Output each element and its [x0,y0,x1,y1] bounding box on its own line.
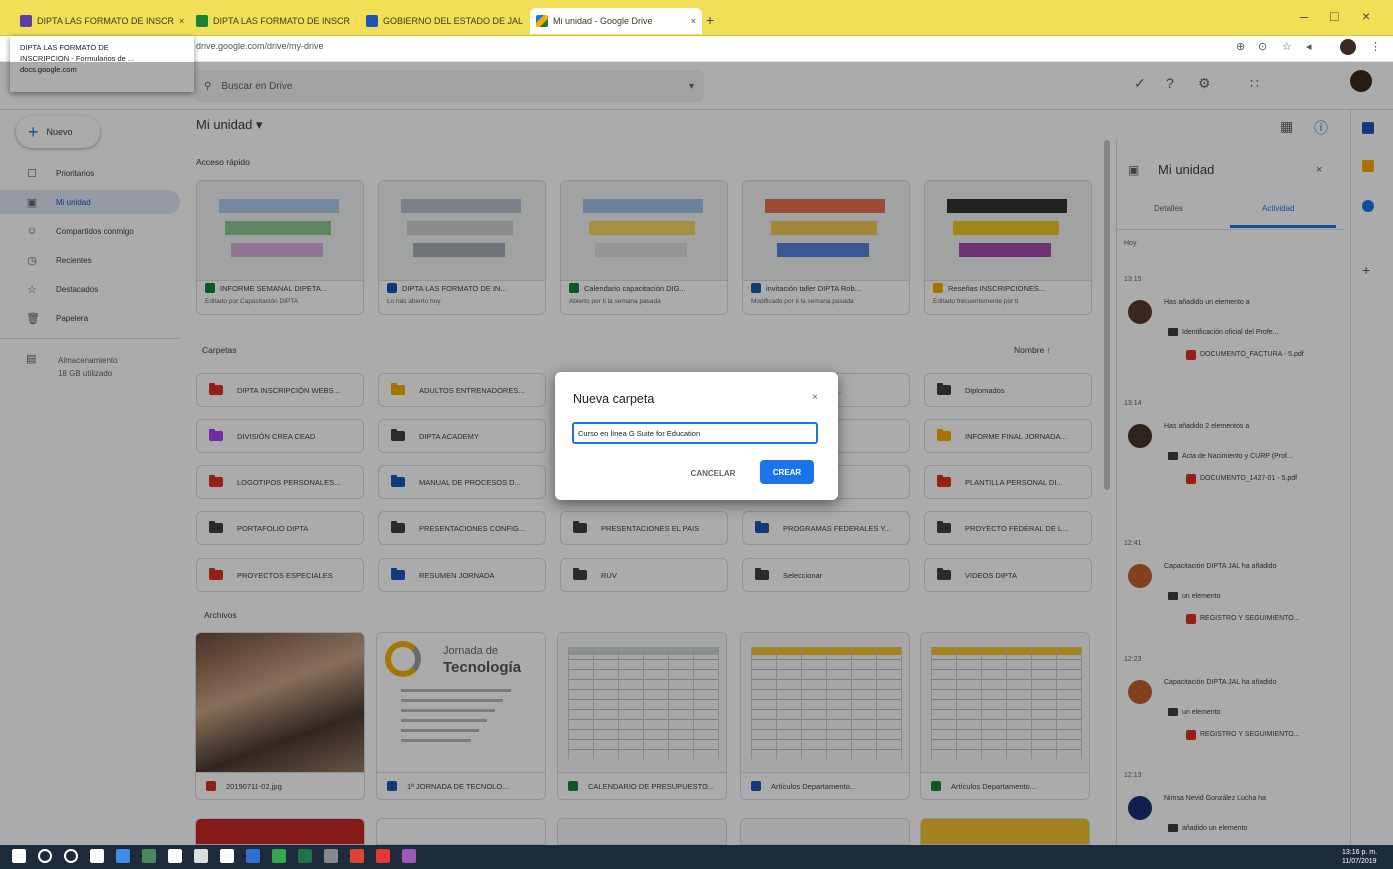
taskbar-app-icon[interactable] [376,849,390,863]
taskbar-app-icon[interactable] [12,849,26,863]
bookmark-star-icon[interactable]: ☆ [1282,40,1292,53]
profile-avatar[interactable] [1340,39,1356,55]
forms-favicon-icon [20,15,32,27]
create-button[interactable]: CREAR [760,460,814,484]
close-window-button[interactable]: × [1362,8,1370,24]
taskbar-app-icon[interactable] [298,849,312,863]
minimize-button[interactable]: – [1300,8,1308,24]
taskbar-app-icon[interactable] [38,849,52,863]
browser-tab-active[interactable]: Mi unidad - Google Drive × [530,8,702,34]
dialog-title: Nueva carpeta [573,392,655,406]
docs-favicon-icon [196,15,208,27]
new-folder-dialog: Nueva carpeta × CANCELAR CREAR [555,372,838,500]
windows-taskbar [0,845,1393,869]
taskbar-app-icon[interactable] [194,849,208,863]
taskbar-app-icon[interactable] [168,849,182,863]
close-tab-icon[interactable]: × [179,16,184,26]
taskbar-app-icon[interactable] [272,849,286,863]
cancel-button[interactable]: CANCELAR [681,462,745,484]
taskbar-app-icon[interactable] [246,849,260,863]
taskbar-app-icon[interactable] [116,849,130,863]
tab-label: DIPTA LAS FORMATO DE INSCR [213,16,351,26]
extension-icon[interactable]: ⊕ [1236,40,1245,53]
browser-tab-bar: DIPTA LAS FORMATO DE INSCR × DIPTA LAS F… [0,0,1393,36]
tooltip-line: DIPTA LAS FORMATO DE [20,43,109,52]
taskbar-app-icon[interactable] [64,849,78,863]
taskbar-app-icon[interactable] [402,849,416,863]
taskbar-app-icon[interactable] [350,849,364,863]
tab-label: GOBIERNO DEL ESTADO DE JAL [383,16,524,26]
close-tab-icon[interactable]: × [691,16,696,26]
new-tab-button[interactable]: + [706,12,714,28]
browser-tab-2[interactable]: DIPTA LAS FORMATO DE INSCR × [190,8,356,34]
taskbar-clock[interactable]: 13:16 p. m. 11/07/2019 [1342,848,1377,866]
url-field[interactable]: drive.google.com/drive/my-drive [196,41,324,51]
browser-menu-icon[interactable]: ⋮ [1370,40,1381,53]
tab-label: Mi unidad - Google Drive [553,16,653,26]
taskbar-app-icon[interactable] [142,849,156,863]
browser-tab-1[interactable]: DIPTA LAS FORMATO DE INSCR × [14,8,186,34]
close-tab-icon[interactable]: × [355,16,356,26]
folder-name-input[interactable] [572,422,818,444]
browser-tab-3[interactable]: GOBIERNO DEL ESTADO DE JAL × [360,8,526,34]
clock-date: 11/07/2019 [1342,858,1377,865]
site-favicon-icon [366,15,378,27]
close-icon[interactable]: × [812,392,818,403]
lens-icon[interactable]: ⊙ [1258,40,1267,53]
drive-favicon-icon [536,15,548,27]
taskbar-app-icon[interactable] [90,849,104,863]
taskbar-app-icon[interactable] [220,849,234,863]
maximize-button[interactable]: □ [1330,8,1338,24]
cast-icon[interactable]: ◂ [1306,40,1312,53]
screenshot-stage: DIPTA LAS FORMATO DE INSCR × DIPTA LAS F… [0,0,1393,869]
clock-time: 13:16 p. m. [1342,849,1378,856]
tab-label: DIPTA LAS FORMATO DE INSCR [37,16,175,26]
taskbar-app-icon[interactable] [324,849,338,863]
